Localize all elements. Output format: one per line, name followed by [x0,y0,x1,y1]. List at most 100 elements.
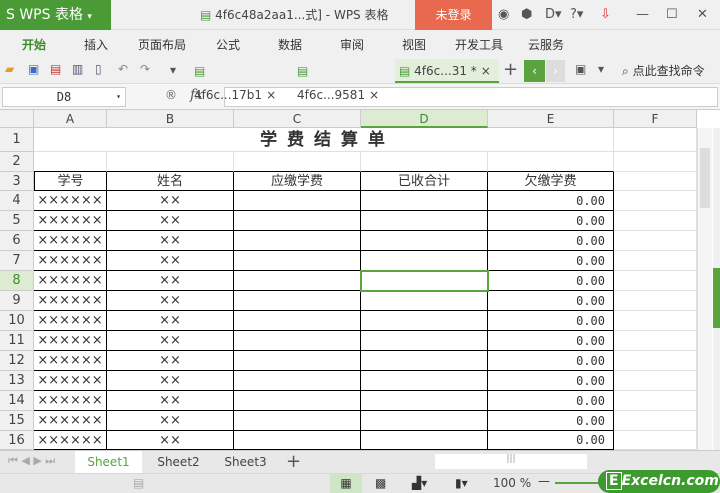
row-header[interactable]: 3 [0,172,34,191]
cell[interactable] [361,152,488,172]
cell[interactable] [34,152,107,172]
menu-item-3[interactable]: 公式 [216,36,240,53]
row-header[interactable]: 15 [0,411,34,431]
cell[interactable]: 0.00 [488,211,614,231]
cell[interactable] [361,391,488,411]
menu-item-7[interactable]: 开发工具 [455,36,503,53]
selected-cell-D8[interactable] [360,270,489,292]
cell[interactable]: ×××××× [34,391,107,411]
menu-item-2[interactable]: 页面布局 [138,36,186,53]
cell[interactable] [614,331,697,351]
column-header-A[interactable]: A [34,110,107,128]
row-header[interactable]: 9 [0,291,34,311]
cell[interactable] [614,351,697,371]
wps-menu-button[interactable]: S WPS 表格 ▾ [0,0,111,30]
cell[interactable] [614,311,697,331]
close-tab-icon[interactable]: × [266,88,276,102]
row-header[interactable]: 5 [0,211,34,231]
eye-protect-icon[interactable]: ▮▾ [455,476,468,490]
menu-item-0[interactable]: 开始 [22,36,46,53]
cell[interactable] [614,431,697,450]
cell[interactable] [361,371,488,391]
row-header[interactable]: 14 [0,391,34,411]
add-sheet-icon[interactable]: + [286,451,301,472]
corner-select-all[interactable] [0,110,34,128]
zoom-slider[interactable] [555,482,600,484]
close-tab-icon[interactable]: × [369,88,379,102]
redo-icon[interactable]: ↷ [140,62,150,76]
row-header[interactable]: 16 [0,431,34,450]
menu-item-6[interactable]: 视图 [402,36,426,53]
cell[interactable] [614,251,697,271]
cell[interactable] [614,172,697,191]
row-header[interactable]: 6 [0,231,34,251]
cell[interactable] [361,431,488,450]
cell[interactable] [614,271,697,291]
cell[interactable]: ×××××× [34,191,107,211]
column-header-E[interactable]: E [488,110,614,128]
menu-item-5[interactable]: 审阅 [340,36,364,53]
cell[interactable] [361,191,488,211]
cell[interactable]: ×××××× [34,411,107,431]
cell[interactable]: 0.00 [488,371,614,391]
cell[interactable]: ×× [107,431,234,450]
cell[interactable]: 已收合计 [361,172,488,191]
cell[interactable]: ×× [107,271,234,291]
menu-item-8[interactable]: 云服务 [528,36,564,53]
cell[interactable]: ×××××× [34,311,107,331]
login-button[interactable]: 未登录 [415,0,492,30]
column-header-C[interactable]: C [234,110,361,128]
name-box[interactable]: D8 ▾ [2,87,126,107]
download-icon[interactable]: ⇩ [600,7,611,22]
cell[interactable]: ×× [107,411,234,431]
cell[interactable]: ×× [107,391,234,411]
cell[interactable] [361,231,488,251]
cell[interactable]: ×××××× [34,211,107,231]
cell[interactable] [234,211,361,231]
close-icon[interactable]: ✕ [697,7,708,22]
cell[interactable]: ×××××× [34,291,107,311]
cell[interactable] [234,251,361,271]
column-header-B[interactable]: B [107,110,234,128]
row-header[interactable]: 8 [0,271,34,291]
open-icon[interactable]: ▰ [5,62,14,76]
print-preview-icon[interactable]: ▯ [95,62,102,76]
cell[interactable]: 0.00 [488,391,614,411]
cell[interactable] [614,211,697,231]
cell[interactable]: ×× [107,231,234,251]
new-tab-icon[interactable]: + [503,59,518,80]
horizontal-scrollbar[interactable]: ||| [412,454,690,469]
cell[interactable] [234,291,361,311]
cell[interactable] [361,351,488,371]
cell[interactable] [234,311,361,331]
column-header-D[interactable]: D [361,110,488,128]
zoom-level[interactable]: 100 % [493,476,531,490]
cell[interactable]: 0.00 [488,331,614,351]
help-icon[interactable]: ?▾ [570,7,583,22]
cell[interactable] [614,411,697,431]
undo-icon[interactable]: ↶ [118,62,128,76]
cell[interactable]: 0.00 [488,431,614,450]
cell[interactable]: ×× [107,351,234,371]
present-icon[interactable]: ▣ [575,62,586,76]
row-header[interactable]: 4 [0,191,34,211]
cell[interactable] [614,152,697,172]
cell[interactable] [234,191,361,211]
row-header[interactable]: 1 [0,128,34,152]
cell[interactable] [488,152,614,172]
save-icon[interactable]: ▣ [28,62,39,76]
cell[interactable] [234,431,361,450]
menu-item-1[interactable]: 插入 [84,36,108,53]
row-header[interactable]: 11 [0,331,34,351]
cell[interactable]: ×× [107,291,234,311]
cell[interactable]: 0.00 [488,251,614,271]
cell[interactable] [361,291,488,311]
cell[interactable] [234,231,361,251]
document-tab[interactable]: ▤ 4f6c...17b1 × [190,59,290,102]
zoom-out-icon[interactable]: — [538,474,550,488]
document-tab[interactable]: ▤ 4f6c...31 * × [395,59,499,83]
document-tab[interactable]: ▤ 4f6c...9581 × [293,59,393,102]
zoom-formula-icon[interactable]: ® [165,88,177,102]
cell[interactable] [361,331,488,351]
row-header[interactable]: 12 [0,351,34,371]
